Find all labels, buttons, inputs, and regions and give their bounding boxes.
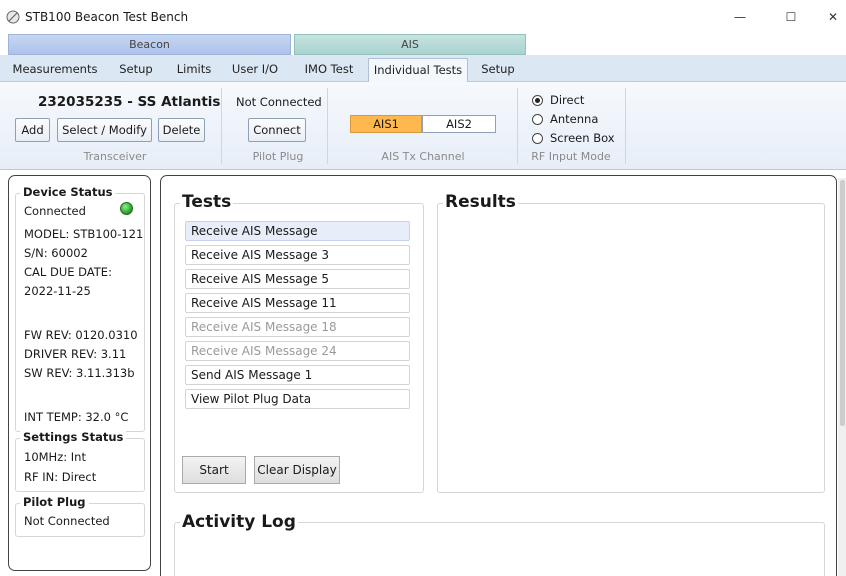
- select-modify-button[interactable]: Select / Modify: [57, 118, 152, 142]
- test-item[interactable]: Receive AIS Message 11: [185, 293, 410, 313]
- connection-led-icon: [120, 202, 133, 215]
- rf-input-group-label: RF Input Mode: [531, 150, 611, 163]
- radio-label: Antenna: [550, 112, 599, 126]
- group-ais: AIS: [294, 34, 526, 55]
- test-item: Receive AIS Message 24: [185, 341, 410, 361]
- tab-imo-test[interactable]: IMO Test: [300, 58, 358, 82]
- int-temp: INT TEMP: 32.0 °C: [24, 410, 129, 424]
- tab-ais-setup[interactable]: Setup: [474, 58, 522, 82]
- test-item[interactable]: Send AIS Message 1: [185, 365, 410, 385]
- clock-source: 10MHz: Int: [24, 450, 86, 464]
- tab-individual-tests[interactable]: Individual Tests: [368, 58, 468, 83]
- ais1-channel-option[interactable]: AIS1: [350, 115, 422, 133]
- radio-label: Screen Box: [550, 131, 615, 145]
- pilot-plug-title: Pilot Plug: [20, 495, 89, 509]
- minimize-button[interactable]: —: [717, 0, 763, 34]
- cal-due-label: CAL DUE DATE:: [24, 265, 112, 279]
- test-item: Receive AIS Message 18: [185, 317, 410, 337]
- maximize-icon: ☐: [785, 10, 797, 24]
- activity-log-title: Activity Log: [180, 512, 298, 532]
- scrollbar-thumb[interactable]: [840, 180, 845, 426]
- close-icon: ✕: [827, 10, 839, 24]
- ribbon-separator: [625, 88, 626, 164]
- device-status-title: Device Status: [20, 185, 116, 199]
- radio-label: Direct: [550, 93, 585, 107]
- rf-in-status: RF IN: Direct: [24, 470, 97, 484]
- transceiver-name: 232035235 - SS Atlantis: [38, 94, 221, 110]
- tab-beacon-setup[interactable]: Setup: [111, 58, 161, 82]
- app-icon: [6, 10, 20, 24]
- rf-input-direct-radio[interactable]: Direct: [532, 93, 584, 107]
- pilot-plug-group-label: Pilot Plug: [252, 150, 304, 163]
- connect-button[interactable]: Connect: [248, 118, 306, 142]
- ribbon-separator: [327, 88, 328, 164]
- results-group: [437, 203, 825, 493]
- transceiver-group-label: Transceiver: [83, 150, 147, 163]
- results-title: Results: [443, 192, 518, 212]
- ais2-channel-option[interactable]: AIS2: [422, 115, 496, 133]
- ais-channel-group-label: AIS Tx Channel: [381, 150, 465, 163]
- radio-unchecked-icon: [532, 132, 543, 144]
- test-item[interactable]: View Pilot Plug Data: [185, 389, 410, 409]
- close-button[interactable]: ✕: [810, 0, 846, 34]
- tests-title: Tests: [180, 192, 234, 212]
- radio-unchecked-icon: [532, 113, 543, 125]
- clear-display-button[interactable]: Clear Display: [254, 456, 340, 484]
- test-item[interactable]: Receive AIS Message 3: [185, 245, 410, 265]
- pilot-plug-status: Not Connected: [24, 514, 110, 528]
- test-item[interactable]: Receive AIS Message: [185, 221, 410, 241]
- delete-button[interactable]: Delete: [158, 118, 205, 142]
- start-button[interactable]: Start: [182, 456, 246, 484]
- add-button[interactable]: Add: [15, 118, 50, 142]
- rf-input-antenna-radio[interactable]: Antenna: [532, 112, 598, 126]
- title-bar: STB100 Beacon Test Bench — ☐ ✕: [0, 0, 846, 34]
- cal-due-date: 2022-11-25: [24, 284, 91, 298]
- ribbon-separator: [517, 88, 518, 164]
- pilot-plug-connection-status: Not Connected: [236, 95, 322, 109]
- fw-rev: FW REV: 0120.0310: [24, 328, 138, 342]
- ribbon-separator: [221, 88, 222, 164]
- minimize-icon: —: [734, 10, 746, 24]
- radio-checked-icon: [532, 94, 543, 106]
- tab-limits[interactable]: Limits: [171, 58, 217, 82]
- sw-rev: SW REV: 3.11.313b: [24, 366, 135, 380]
- test-item[interactable]: Receive AIS Message 5: [185, 269, 410, 289]
- maximize-button[interactable]: ☐: [768, 0, 814, 34]
- device-model: MODEL: STB100-121: [24, 227, 144, 241]
- connection-status: Connected: [24, 204, 86, 218]
- tab-user-io[interactable]: User I/O: [228, 58, 282, 82]
- tab-measurements[interactable]: Measurements: [10, 58, 100, 82]
- device-serial: S/N: 60002: [24, 246, 88, 260]
- rf-input-screen-box-radio[interactable]: Screen Box: [532, 131, 615, 145]
- group-beacon: Beacon: [8, 34, 291, 55]
- window-title: STB100 Beacon Test Bench: [25, 10, 189, 24]
- settings-status-title: Settings Status: [20, 430, 127, 444]
- driver-rev: DRIVER REV: 3.11: [24, 347, 127, 361]
